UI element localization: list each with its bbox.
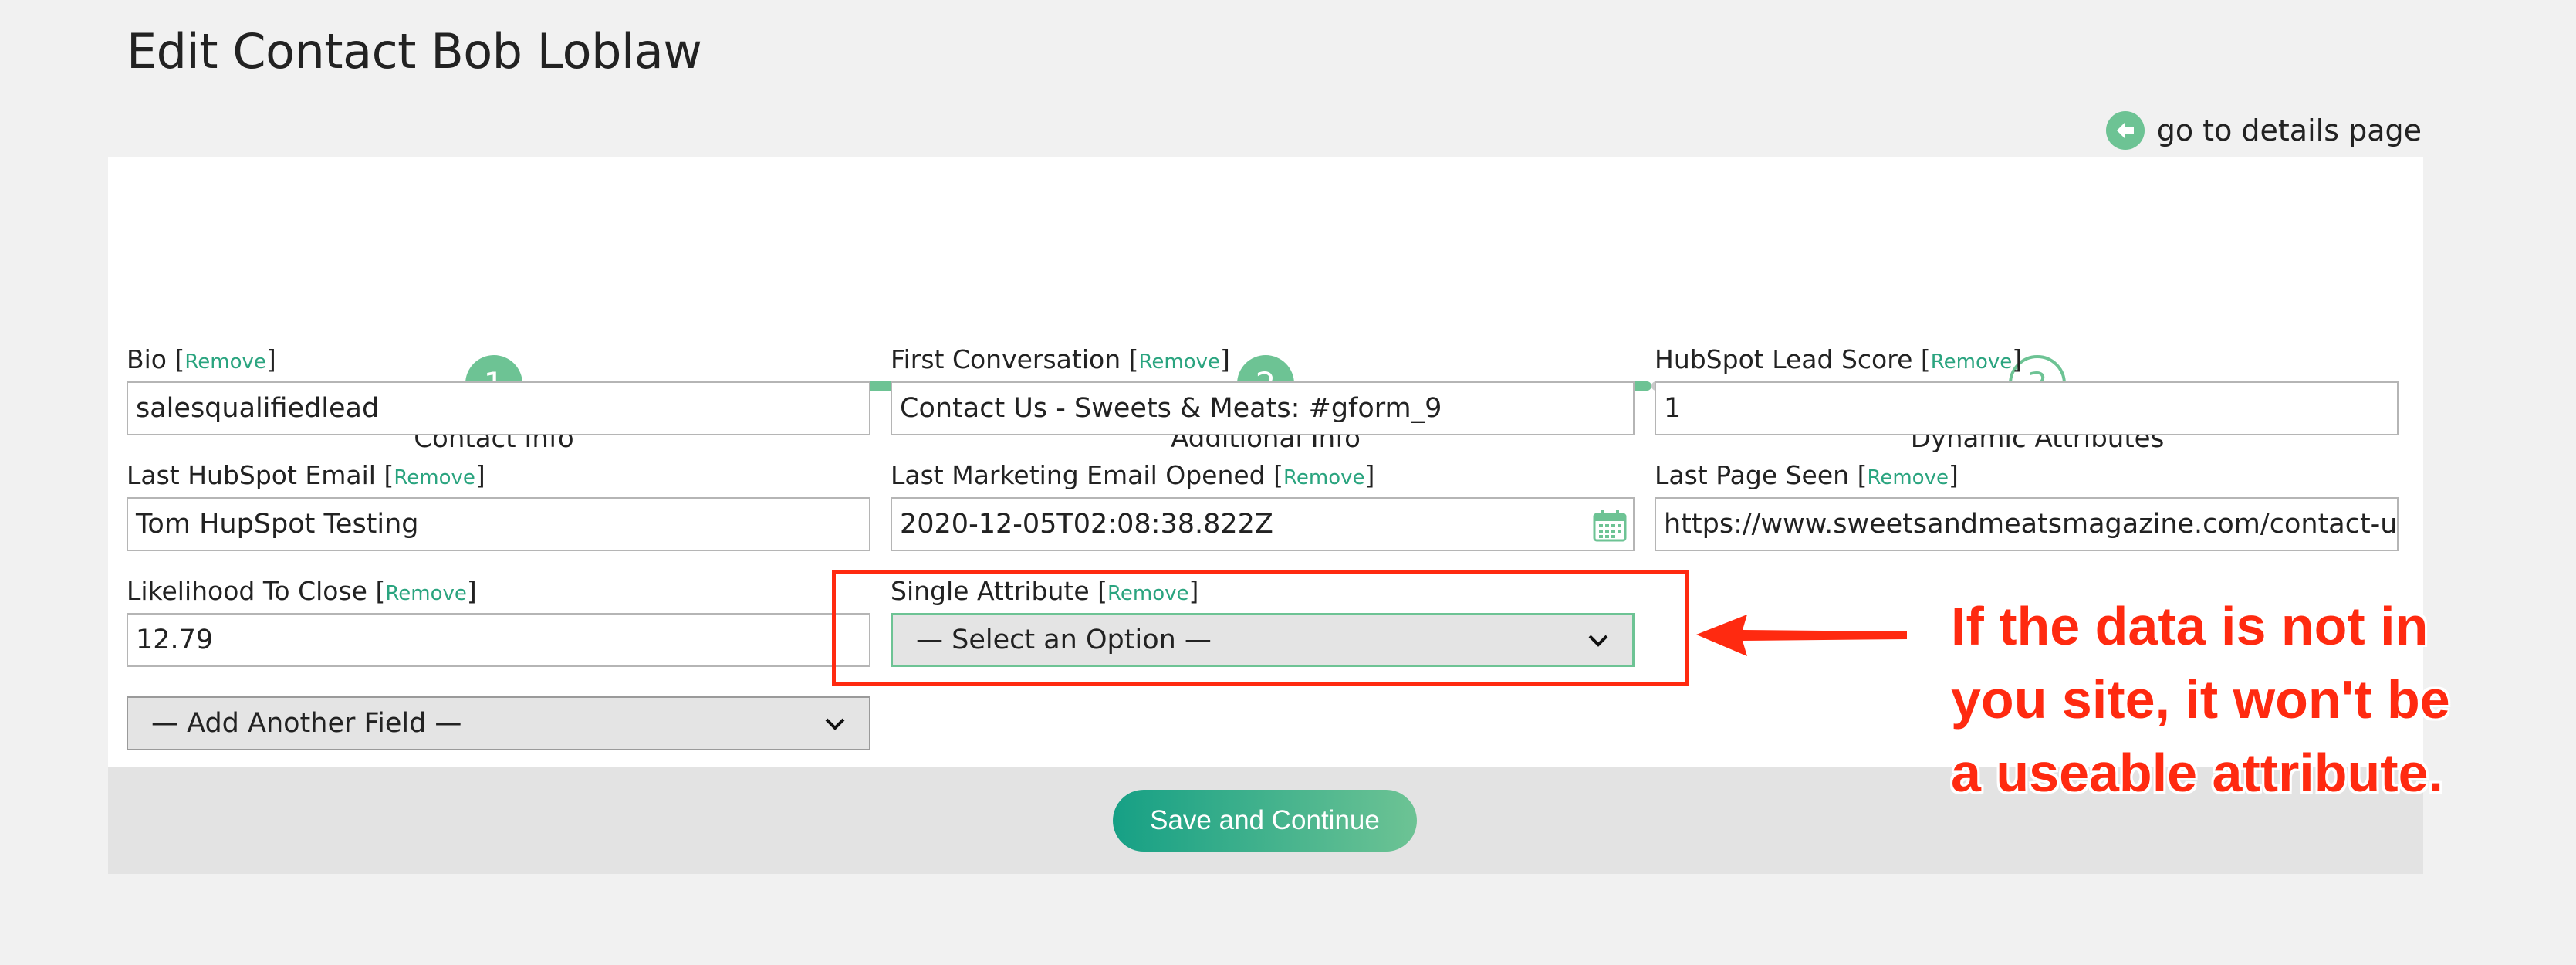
last-page-seen-input[interactable]: https://www.sweetsandmeatsmagazine.com/c… [1655, 497, 2399, 551]
save-and-continue-button[interactable]: Save and Continue [1113, 790, 1417, 852]
last-marketing-email-opened-remove-link[interactable]: Remove [1283, 466, 1365, 489]
add-another-field-select[interactable]: — Add Another Field — [127, 696, 870, 750]
annotation-arrow [1696, 615, 1907, 656]
chevron-down-icon [824, 708, 846, 739]
likelihood-to-close-label: Likelihood To Close [Remove] [127, 576, 477, 606]
last-page-seen-remove-link[interactable]: Remove [1867, 466, 1949, 489]
highlight-box [832, 570, 1689, 686]
annotation-line-2: you site, it won't be [1951, 669, 2450, 730]
last-marketing-email-opened-value: 2020-12-05T02:08:38.822Z [900, 509, 1273, 540]
add-another-field-selected: — Add Another Field — [151, 708, 462, 739]
last-hubspot-email-input[interactable]: Tom HupSpot Testing [127, 497, 870, 551]
first-conversation-remove-link[interactable]: Remove [1139, 350, 1221, 374]
first-conversation-input[interactable]: Contact Us - Sweets & Meats: #gform_9 [891, 381, 1635, 435]
hubspot-lead-score-label: HubSpot Lead Score [Remove] [1655, 344, 2023, 374]
bio-remove-link[interactable]: Remove [184, 350, 266, 374]
last-hubspot-email-label: Last HubSpot Email [Remove] [127, 460, 485, 490]
bio-input[interactable]: salesqualifiedlead [127, 381, 870, 435]
calendar-icon[interactable] [1593, 510, 1627, 542]
page: Edit Contact Bob Loblaw go to details pa… [0, 0, 2576, 965]
first-conversation-label: First Conversation [Remove] [891, 344, 1230, 374]
last-page-seen-label: Last Page Seen [Remove] [1655, 460, 1959, 490]
back-arrow-icon [2105, 111, 2145, 150]
likelihood-to-close-remove-link[interactable]: Remove [385, 582, 467, 605]
last-hubspot-email-remove-link[interactable]: Remove [394, 466, 475, 489]
hubspot-lead-score-remove-link[interactable]: Remove [1931, 350, 2013, 374]
details-link-label: go to details page [2156, 113, 2422, 147]
page-title: Edit Contact Bob Loblaw [127, 23, 702, 80]
last-marketing-email-opened-label: Last Marketing Email Opened [Remove] [891, 460, 1375, 490]
annotation-line-1: If the data is not in [1951, 596, 2429, 656]
go-to-details-link[interactable]: go to details page [2105, 111, 2422, 150]
last-marketing-email-opened-input[interactable]: 2020-12-05T02:08:38.822Z [891, 497, 1635, 551]
annotation-line-3: a useable attribute. [1951, 743, 2443, 803]
annotation-text: If the data is not in you site, it won't… [1951, 590, 2537, 810]
likelihood-to-close-input[interactable]: 12.79 [127, 613, 870, 667]
hubspot-lead-score-input[interactable]: 1 [1655, 381, 2399, 435]
bio-label: Bio [Remove] [127, 344, 276, 374]
